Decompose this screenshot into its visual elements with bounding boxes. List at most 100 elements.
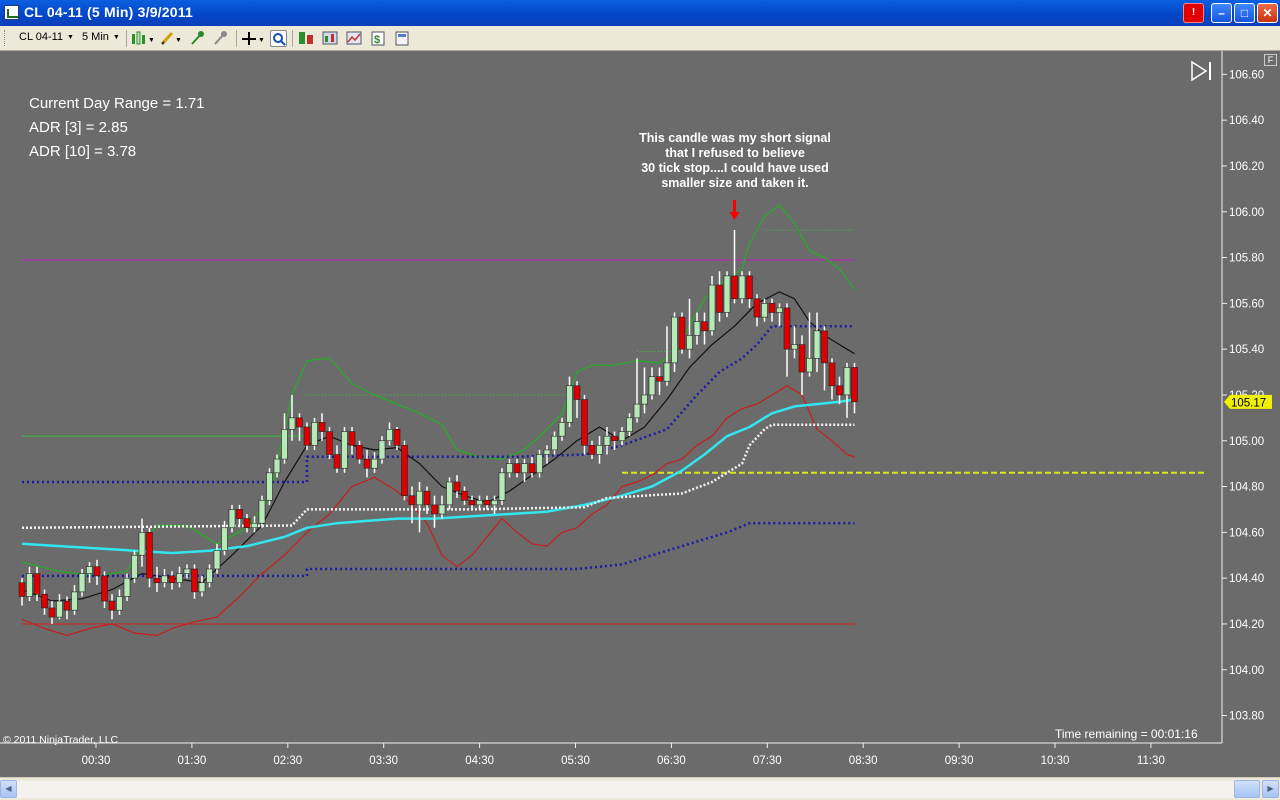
down-candle bbox=[101, 575, 108, 602]
down-candle bbox=[423, 490, 431, 506]
strategies-icon[interactable]: $ bbox=[370, 30, 387, 47]
horizontal-scrollbar[interactable]: ◀ ▶ bbox=[0, 777, 1280, 800]
up-candle bbox=[161, 575, 168, 584]
down-candle bbox=[573, 385, 581, 400]
down-candle bbox=[348, 431, 356, 446]
up-candle bbox=[791, 344, 798, 350]
down-candle bbox=[461, 490, 468, 501]
down-candle bbox=[63, 600, 71, 611]
up-candle bbox=[738, 275, 746, 300]
up-candle bbox=[536, 454, 543, 474]
interval-selector[interactable]: 5 Min ▼ bbox=[82, 31, 120, 43]
chart-properties-icon[interactable] bbox=[322, 30, 339, 47]
x-tick-label: 00:30 bbox=[82, 755, 111, 767]
y-tick-label: 104.40 bbox=[1229, 573, 1264, 585]
down-candle bbox=[318, 422, 326, 432]
up-candle bbox=[86, 566, 93, 574]
up-candle bbox=[371, 458, 378, 469]
up-candle bbox=[258, 499, 266, 524]
svg-text:▼: ▼ bbox=[148, 37, 153, 44]
up-candle bbox=[693, 321, 701, 336]
last-price-label: 105.17 bbox=[1231, 397, 1266, 409]
f-button[interactable]: F bbox=[1264, 54, 1277, 66]
annotation-line: 30 tick stop....I could have used bbox=[641, 161, 829, 175]
down-candle bbox=[798, 344, 806, 373]
x-tick-label: 07:30 bbox=[753, 755, 782, 767]
scroll-right-icon[interactable]: ▶ bbox=[1262, 780, 1279, 798]
up-candle bbox=[183, 568, 191, 574]
bar-type-icon[interactable]: ▼ bbox=[131, 30, 155, 47]
scroll-thumb[interactable] bbox=[1234, 780, 1260, 798]
down-candle bbox=[243, 518, 251, 529]
x-tick-label: 10:30 bbox=[1041, 755, 1070, 767]
maximize-button[interactable]: □ bbox=[1234, 3, 1255, 23]
toolbar-divider bbox=[236, 30, 237, 47]
chevron-down-icon: ▼ bbox=[112, 33, 120, 41]
up-candle bbox=[761, 303, 768, 318]
chart-window: CL 04-11 (5 Min) 3/9/2011 ! – □ ✕ CL 04-… bbox=[0, 0, 1280, 800]
down-candle bbox=[303, 426, 311, 446]
up-candle bbox=[116, 596, 123, 611]
up-candle bbox=[506, 463, 513, 474]
minimize-button[interactable]: – bbox=[1211, 3, 1232, 23]
down-candle bbox=[821, 330, 828, 364]
up-candle bbox=[251, 522, 258, 529]
down-candle bbox=[18, 582, 26, 597]
down-candle bbox=[108, 600, 116, 611]
down-candle bbox=[401, 445, 408, 497]
scroll-to-end-icon[interactable] bbox=[1190, 60, 1214, 82]
x-tick-label: 08:30 bbox=[849, 755, 878, 767]
down-candle bbox=[678, 316, 686, 350]
snapshot-icon[interactable] bbox=[394, 30, 411, 47]
up-candle bbox=[266, 472, 273, 501]
down-candle bbox=[513, 463, 521, 474]
pencil-icon[interactable]: ▼ bbox=[160, 30, 182, 47]
up-candle bbox=[723, 275, 731, 313]
alert-button[interactable]: ! bbox=[1183, 3, 1204, 23]
toolbar-grip[interactable] bbox=[4, 30, 7, 46]
scroll-left-icon[interactable]: ◀ bbox=[0, 780, 17, 798]
down-candle bbox=[146, 532, 153, 579]
up-candle bbox=[198, 582, 206, 593]
down-candle bbox=[701, 321, 708, 332]
indicators-icon[interactable] bbox=[346, 30, 363, 47]
adr-10: ADR [10] = 3.78 bbox=[29, 143, 137, 160]
up-candle bbox=[341, 431, 348, 469]
time-remaining: Time remaining = 00:01:16 bbox=[1055, 727, 1198, 741]
up-candle bbox=[378, 440, 386, 460]
up-candle bbox=[686, 335, 693, 350]
chevron-down-icon: ▼ bbox=[67, 33, 74, 41]
data-box-icon[interactable] bbox=[298, 30, 315, 47]
up-candle bbox=[671, 316, 678, 364]
title-bar[interactable]: CL 04-11 (5 Min) 3/9/2011 ! – □ ✕ bbox=[0, 0, 1280, 26]
up-candle bbox=[446, 481, 453, 506]
up-candle bbox=[123, 577, 131, 597]
up-candle bbox=[416, 490, 423, 506]
crosshair-icon[interactable]: ▼ bbox=[241, 30, 265, 47]
up-candle bbox=[521, 463, 528, 474]
down-candle bbox=[48, 607, 56, 618]
up-candle bbox=[843, 367, 851, 396]
up-candle bbox=[491, 499, 498, 506]
close-button[interactable]: ✕ bbox=[1257, 3, 1278, 23]
y-tick-label: 104.00 bbox=[1229, 665, 1264, 677]
down-candle bbox=[453, 481, 461, 492]
green-arrow-icon[interactable] bbox=[189, 30, 206, 47]
down-candle bbox=[408, 495, 416, 506]
current-day-range: Current Day Range = 1.71 bbox=[29, 95, 205, 112]
up-candle bbox=[281, 428, 288, 460]
up-candle bbox=[618, 431, 626, 442]
y-tick-label: 104.20 bbox=[1229, 619, 1264, 631]
up-candle bbox=[206, 568, 213, 584]
instrument-selector[interactable]: CL 04-11 ▼ bbox=[19, 31, 74, 43]
grey-arrow-icon[interactable] bbox=[212, 30, 229, 47]
toolbar-divider bbox=[126, 30, 127, 47]
up-candle bbox=[633, 403, 641, 419]
zoom-icon[interactable] bbox=[270, 30, 287, 47]
y-tick-label: 104.80 bbox=[1229, 482, 1264, 494]
up-candle bbox=[498, 472, 506, 501]
scroll-track[interactable] bbox=[17, 781, 1234, 798]
down-candle bbox=[153, 577, 161, 584]
down-candle bbox=[851, 367, 858, 403]
instrument-label: CL 04-11 bbox=[19, 31, 64, 43]
